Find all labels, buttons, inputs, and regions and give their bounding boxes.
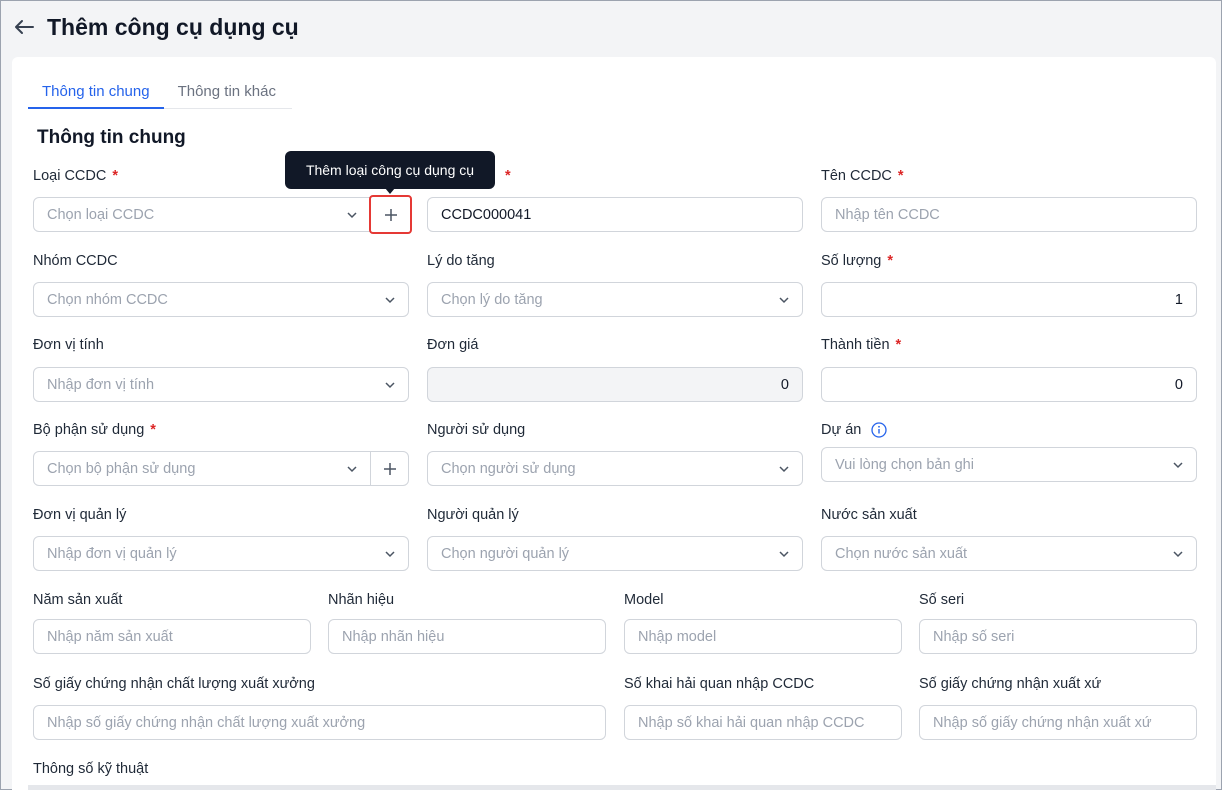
field-du-an: Dự án Vui lòng chọn bản ghi	[821, 420, 1197, 490]
chevron-down-icon	[347, 212, 357, 219]
don-gia-input: 0	[427, 367, 803, 402]
chevron-down-icon	[1173, 462, 1183, 469]
nguoi-su-dung-select[interactable]: Chọn người sử dụng	[427, 451, 803, 486]
form-card: Thông tin chung Thông tin khác Thông tin…	[12, 57, 1216, 790]
label-so-gcn-chat-luong: Số giấy chứng nhận chất lượng xuất xưởng	[33, 676, 315, 692]
nam-san-xuat-input[interactable]: Nhập năm sản xuất	[33, 619, 311, 654]
plus-icon	[384, 208, 397, 221]
ten-ccdc-input[interactable]: Nhập tên CCDC	[821, 197, 1197, 232]
label-du-an: Dự án	[821, 422, 862, 438]
field-ly-do-tang: Lý do tăng Chọn lý do tăng	[427, 251, 803, 321]
required-mark: *	[505, 168, 511, 184]
field-so-seri: Số seri Nhập số seri	[919, 590, 1197, 660]
chevron-down-icon	[779, 551, 789, 558]
field-nhan-hieu: Nhãn hiệu Nhập nhãn hiệu	[328, 590, 606, 660]
page-header: Thêm công cụ dụng cụ	[1, 1, 1221, 53]
label-so-seri: Số seri	[919, 592, 965, 608]
bo-phan-su-dung-select[interactable]: Chọn bộ phận sử dụng	[33, 451, 371, 486]
tab-thong-tin-khac[interactable]: Thông tin khác	[164, 75, 290, 109]
ma-ccdc-input[interactable]: CCDC000041	[427, 197, 803, 232]
label-nguoi-su-dung: Người sử dụng	[427, 422, 526, 438]
field-nam-san-xuat: Năm sản xuất Nhập năm sản xuất	[33, 590, 311, 660]
field-so-khai-hai-quan: Số khai hải quan nhập CCDC Nhập số khai …	[624, 674, 902, 744]
field-so-gcn-xuat-xu: Số giấy chứng nhận xuất xứ Nhập số giấy …	[919, 674, 1197, 744]
plus-icon	[383, 462, 396, 475]
field-ten-ccdc: Tên CCDC * Nhập tên CCDC	[821, 166, 1197, 236]
page-title: Thêm công cụ dụng cụ	[47, 13, 299, 40]
back-arrow-icon[interactable]	[13, 16, 35, 38]
field-thong-so-ky-thuat: Thông số kỹ thuật	[33, 759, 333, 781]
chevron-down-icon	[385, 551, 395, 558]
label-don-vi-quan-ly: Đơn vị quản lý	[33, 507, 127, 523]
chevron-down-icon	[385, 382, 395, 389]
label-so-luong: Số lượng	[821, 253, 882, 269]
so-gcn-chat-luong-input[interactable]: Nhập số giấy chứng nhận chất lượng xuất …	[33, 705, 606, 740]
required-mark: *	[112, 168, 118, 184]
chevron-down-icon	[779, 466, 789, 473]
label-nuoc-san-xuat: Nước sản xuất	[821, 507, 917, 523]
so-gcn-xuat-xu-input[interactable]: Nhập số giấy chứng nhận xuất xứ	[919, 705, 1197, 740]
label-bo-phan-su-dung: Bộ phận sử dụng	[33, 422, 145, 438]
field-so-luong: Số lượng * 1	[821, 251, 1197, 321]
du-an-select[interactable]: Vui lòng chọn bản ghi	[821, 447, 1197, 482]
field-don-gia: Đơn giá 0	[427, 335, 803, 405]
chevron-down-icon	[347, 466, 357, 473]
required-mark: *	[895, 337, 902, 353]
label-nam-san-xuat: Năm sản xuất	[33, 592, 123, 608]
thanh-tien-input[interactable]: 0	[821, 367, 1197, 402]
required-mark: *	[897, 168, 904, 184]
label-nguoi-quan-ly: Người quản lý	[427, 507, 519, 523]
tooltip: Thêm loại công cụ dụng cụ	[285, 151, 495, 189]
tab-thong-tin-chung[interactable]: Thông tin chung	[28, 75, 164, 109]
field-bo-phan-su-dung: Bộ phận sử dụng * Chọn bộ phận sử dụng	[33, 420, 409, 490]
loai-ccdc-select[interactable]: Chọn loại CCDC	[33, 197, 371, 232]
label-don-vi-tinh: Đơn vị tính	[33, 337, 104, 353]
field-don-vi-quan-ly: Đơn vị quản lý Nhập đơn vị quản lý	[33, 505, 409, 575]
field-nuoc-san-xuat: Nước sản xuất Chọn nước sản xuất	[821, 505, 1197, 575]
field-thanh-tien: Thành tiền * 0	[821, 335, 1197, 405]
so-luong-input[interactable]: 1	[821, 282, 1197, 317]
nguoi-quan-ly-select[interactable]: Chọn người quản lý	[427, 536, 803, 571]
label-ly-do-tang: Lý do tăng	[427, 253, 495, 269]
label-thanh-tien: Thành tiền	[821, 337, 890, 353]
field-don-vi-tinh: Đơn vị tính Nhập đơn vị tính	[33, 335, 409, 405]
required-mark: *	[887, 253, 893, 269]
add-bo-phan-button[interactable]	[370, 451, 409, 486]
info-icon[interactable]	[871, 422, 887, 438]
label-model: Model	[624, 592, 664, 608]
field-nguoi-quan-ly: Người quản lý Chọn người quản lý	[427, 505, 803, 575]
chevron-down-icon	[1173, 551, 1183, 558]
don-vi-tinh-select[interactable]: Nhập đơn vị tính	[33, 367, 409, 402]
section-title: Thông tin chung	[37, 127, 186, 148]
label-nhom-ccdc: Nhóm CCDC	[33, 253, 118, 269]
ly-do-tang-select[interactable]: Chọn lý do tăng	[427, 282, 803, 317]
required-mark: *	[150, 422, 156, 438]
nhan-hieu-input[interactable]: Nhập nhãn hiệu	[328, 619, 606, 654]
textarea-top-edge	[28, 785, 1216, 790]
tooltip-arrow	[385, 188, 395, 194]
label-don-gia: Đơn giá	[427, 337, 479, 353]
label-loai-ccdc: Loại CCDC	[33, 168, 107, 184]
chevron-down-icon	[385, 297, 395, 304]
label-ten-ccdc: Tên CCDC	[821, 168, 892, 184]
so-seri-input[interactable]: Nhập số seri	[919, 619, 1197, 654]
field-nguoi-su-dung: Người sử dụng Chọn người sử dụng	[427, 420, 803, 490]
nhom-ccdc-select[interactable]: Chọn nhóm CCDC	[33, 282, 409, 317]
field-nhom-ccdc: Nhóm CCDC Chọn nhóm CCDC	[33, 251, 409, 321]
label-nhan-hieu: Nhãn hiệu	[328, 592, 395, 608]
model-input[interactable]: Nhập model	[624, 619, 902, 654]
label-thong-so-ky-thuat: Thông số kỹ thuật	[33, 761, 149, 777]
so-khai-hai-quan-input[interactable]: Nhập số khai hải quan nhập CCDC	[624, 705, 902, 740]
label-so-gcn-xuat-xu: Số giấy chứng nhận xuất xứ	[919, 676, 1102, 692]
field-model: Model Nhập model	[624, 590, 902, 660]
add-loai-ccdc-button[interactable]	[369, 195, 412, 234]
nuoc-san-xuat-select[interactable]: Chọn nước sản xuất	[821, 536, 1197, 571]
label-so-khai-hai-quan: Số khai hải quan nhập CCDC	[624, 676, 815, 692]
tab-bar: Thông tin chung Thông tin khác	[28, 75, 292, 109]
chevron-down-icon	[779, 297, 789, 304]
field-so-gcn-chat-luong: Số giấy chứng nhận chất lượng xuất xưởng…	[33, 674, 606, 744]
don-vi-quan-ly-select[interactable]: Nhập đơn vị quản lý	[33, 536, 409, 571]
